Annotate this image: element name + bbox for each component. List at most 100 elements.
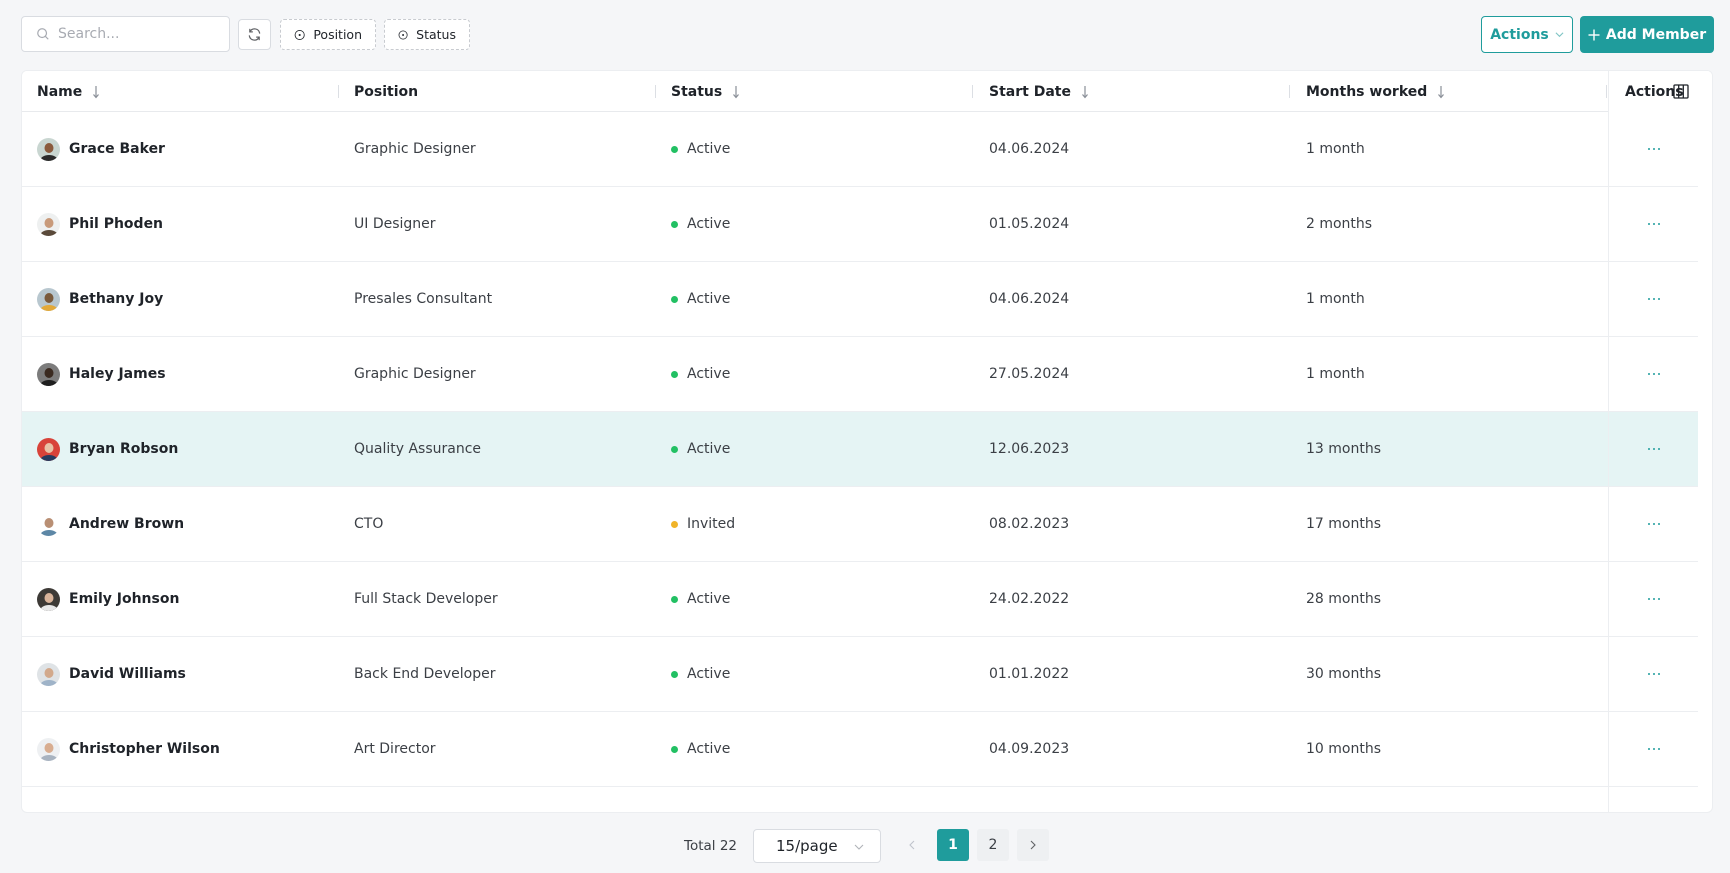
status-cell: Active	[671, 337, 730, 411]
start-date-cell: 08.02.2023	[989, 516, 1070, 532]
position-cell: Back End Developer	[354, 666, 496, 682]
column-resize-handle[interactable]	[972, 85, 973, 98]
refresh-icon	[248, 28, 261, 41]
avatar	[37, 212, 60, 236]
table-row[interactable]: Bryan Robson Quality Assurance Active 12.06…	[22, 412, 1698, 487]
table-row[interactable]: Grace Baker Graphic Designer Active 04.06.2…	[22, 112, 1698, 187]
row-actions-cell	[1608, 562, 1698, 636]
more-options-icon[interactable]	[1644, 144, 1664, 154]
page-button-2[interactable]: 2	[977, 829, 1009, 861]
months-worked-cell: 17 months	[1306, 516, 1381, 532]
member-name: Phil Phoden	[69, 216, 164, 232]
column-header-months-worked[interactable]: Months worked	[1306, 71, 1446, 112]
add-member-label: Add Member	[1605, 26, 1707, 43]
status-badge: Active	[687, 216, 731, 232]
more-options-icon[interactable]	[1644, 294, 1664, 304]
chevron-right-icon	[1030, 840, 1036, 850]
member-name-cell: Grace Baker	[37, 112, 165, 186]
table-row[interactable]: Haley James Graphic Designer Active 27.05.2…	[22, 337, 1698, 412]
table-row[interactable]: Andrew Brown CTO Invited 08.02.2023 17 month…	[22, 487, 1698, 562]
table-row[interactable]: Phil Phoden UI Designer Active 01.05.2024 2 …	[22, 187, 1698, 262]
more-options-icon[interactable]	[1644, 594, 1664, 604]
sort-arrow-down-icon[interactable]	[91, 85, 101, 99]
row-actions-cell	[1608, 337, 1698, 411]
actions-dropdown-button[interactable]: Actions	[1481, 16, 1573, 53]
page-size-select[interactable]: 15/page	[753, 829, 881, 863]
more-options-icon[interactable]	[1644, 744, 1664, 754]
table-header: Name Position Status Start Date Months w…	[22, 71, 1712, 112]
months-worked-cell: 30 months	[1306, 666, 1381, 682]
more-options-icon[interactable]	[1644, 219, 1664, 229]
more-options-icon[interactable]	[1644, 369, 1664, 379]
status-badge: Active	[687, 591, 731, 607]
position-cell: Quality Assurance	[354, 441, 482, 457]
status-dot-icon	[671, 445, 678, 453]
search-input[interactable]	[58, 26, 218, 42]
columns-settings-icon[interactable]	[1673, 84, 1689, 99]
position-cell: Presales Consultant	[354, 291, 493, 307]
column-header-start-date[interactable]: Start Date	[989, 71, 1090, 112]
column-resize-handle[interactable]	[338, 85, 339, 98]
start-date-cell: 12.06.2023	[989, 441, 1070, 457]
status-cell: Active	[671, 412, 730, 486]
column-resize-handle[interactable]	[1289, 85, 1290, 98]
table-row[interactable]: David Williams Back End Developer Active 01…	[22, 637, 1698, 712]
member-name-cell: David Williams	[37, 637, 186, 711]
filter-position-label: Position	[313, 27, 362, 42]
page-button-1[interactable]: 1	[937, 829, 969, 861]
page-size-value: 15/page	[776, 837, 838, 855]
status-dot-icon	[671, 670, 678, 678]
plus-circle-icon	[294, 29, 305, 40]
row-actions-cell	[1608, 712, 1698, 786]
column-header-status[interactable]: Status	[671, 71, 741, 112]
status-cell: Active	[671, 562, 730, 636]
sort-arrow-down-icon[interactable]	[1436, 85, 1446, 99]
plus-circle-icon	[398, 29, 408, 40]
position-cell: Full Stack Developer	[354, 591, 498, 607]
column-resize-handle[interactable]	[1606, 85, 1607, 98]
table-row[interactable]: Emily Johnson Full Stack Developer Active 2…	[22, 562, 1698, 637]
total-count: Total 22	[684, 838, 737, 854]
filter-position-button[interactable]: Position	[280, 19, 376, 50]
table-row[interactable]: Bethany Joy Presales Consultant Active 04.0…	[22, 262, 1698, 337]
member-name-cell: Phil Phoden	[37, 187, 163, 261]
refresh-button[interactable]	[238, 19, 271, 50]
column-header-actions: Actions	[1608, 71, 1712, 112]
status-cell: Active	[671, 112, 730, 186]
prev-page-button[interactable]	[896, 829, 928, 861]
row-actions-cell	[1608, 637, 1698, 711]
filter-status-button[interactable]: Status	[384, 19, 470, 50]
actions-label: Actions	[1490, 26, 1549, 43]
row-actions-cell	[1608, 112, 1698, 186]
months-worked-cell: 2 months	[1306, 216, 1373, 232]
column-header-position[interactable]: Position	[354, 71, 418, 112]
more-options-icon[interactable]	[1644, 519, 1664, 529]
avatar	[37, 137, 60, 161]
avatar	[37, 287, 60, 311]
row-actions-cell	[1608, 787, 1698, 812]
sort-arrow-down-icon[interactable]	[1080, 85, 1090, 99]
table-row[interactable]: Christopher Wilson Art Director Active 04.0…	[22, 712, 1698, 787]
column-header-name[interactable]: Name	[37, 71, 101, 112]
add-member-button[interactable]: Add Member	[1580, 16, 1714, 53]
search-box[interactable]	[21, 16, 230, 52]
member-name-cell: Haley James	[37, 337, 166, 411]
next-page-button[interactable]	[1017, 829, 1049, 861]
member-name: Bethany Joy	[69, 291, 164, 307]
row-actions-cell	[1608, 187, 1698, 261]
member-name-cell: Andrew Brown	[37, 487, 184, 561]
position-cell: UI Designer	[354, 216, 436, 232]
sort-arrow-down-icon[interactable]	[731, 85, 741, 99]
status-dot-icon	[671, 595, 678, 603]
status-badge: Active	[687, 666, 731, 682]
member-name-cell: Bryan Robson	[37, 412, 178, 486]
column-resize-handle[interactable]	[655, 85, 656, 98]
position-cell: Art Director	[354, 741, 436, 757]
row-actions-cell	[1608, 262, 1698, 336]
start-date-cell: 01.01.2022	[989, 666, 1070, 682]
months-worked-cell: 10 months	[1306, 741, 1381, 757]
more-options-icon[interactable]	[1644, 444, 1664, 454]
status-cell: Active	[671, 187, 730, 261]
avatar	[37, 512, 60, 536]
more-options-icon[interactable]	[1644, 669, 1664, 679]
